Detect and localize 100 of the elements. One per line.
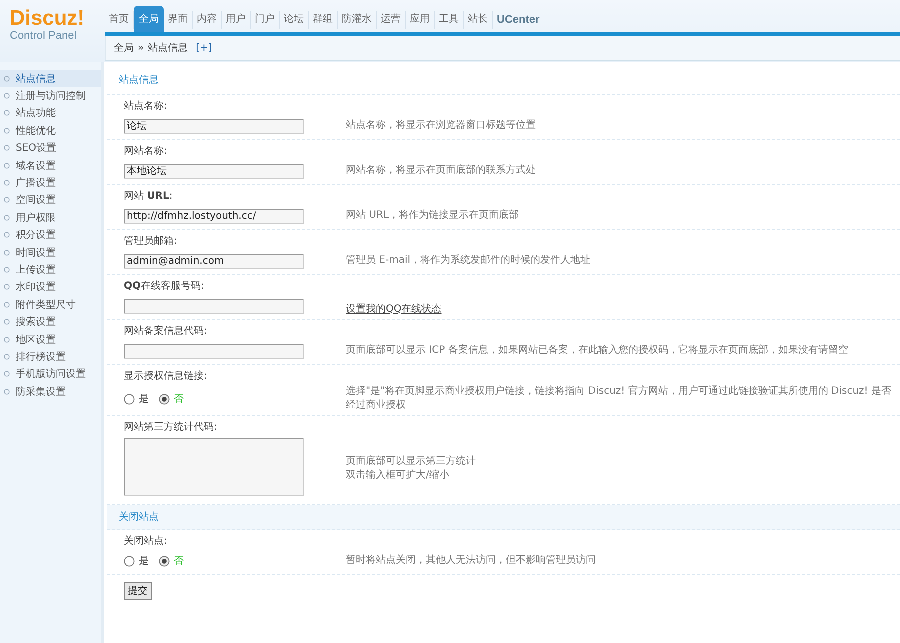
sidebar-label: 手机版访问设置 [16,368,86,382]
setting-hint: 网站名称，将显示在页面底部的联系方式处 [346,164,537,178]
radio-label: 是 [139,393,149,406]
bullet-icon [4,110,10,116]
setting-label: QQ在线客服号码: [124,280,206,294]
bullet-icon [4,319,10,326]
radio-button[interactable] [124,394,135,404]
text-area[interactable] [124,438,304,496]
section-title: 关闭站点 [119,510,159,524]
input-field[interactable]: 本地论坛 [124,164,304,178]
setting-hint: 暂时将站点关闭，其他人无法访问，但不影响管理员访问 [346,554,597,568]
nav-tab[interactable]: 工具 [435,11,464,29]
bullet-icon [4,354,10,360]
nav-tab[interactable]: 群组 [309,11,338,29]
setting-label: 显示授权信息链接: [124,370,208,384]
sidebar-item[interactable]: 站点功能 [0,104,101,122]
input-field[interactable]: admin@admin.com [124,254,304,268]
section-title: 站点信息 [119,74,159,87]
bullet-icon [4,266,10,273]
add-shortcut-link[interactable]: [+] [196,42,212,54]
radio-button[interactable] [124,556,135,566]
bullet-icon [4,93,10,100]
sidebar-item[interactable]: 水印设置 [0,278,101,296]
sidebar-label: 站点信息 [16,72,56,86]
nav-tab[interactable]: 防灌水 [338,11,377,29]
sidebar-item[interactable]: 站点信息 [0,70,101,88]
sidebar-item[interactable]: 域名设置 [0,156,101,174]
radio-button[interactable] [159,394,170,404]
bullet-icon [4,214,10,221]
qq-status-link[interactable]: 设置我的QQ在线状态 [346,304,442,314]
bullet-icon [4,302,10,308]
nav-tab[interactable]: 内容 [193,11,222,29]
input-field[interactable]: http://dfmhz.lostyouth.cc/ [124,208,304,224]
sidebar-item[interactable]: 空间设置 [0,192,101,210]
bullet-icon [4,250,10,256]
sidebar-item[interactable]: 地区设置 [0,330,101,348]
nav-tab[interactable]: 应用 [406,11,435,29]
sidebar-item[interactable]: 防采集设置 [0,383,101,400]
setting-label: 管理员邮箱: [124,234,178,249]
sidebar-item[interactable]: 广播设置 [0,174,101,192]
sidebar-item[interactable]: 用户权限 [0,209,101,227]
sidebar-label: 用户权限 [16,212,56,225]
bullet-icon [4,336,10,343]
input-field[interactable] [124,298,304,314]
sidebar-label: 站点功能 [16,106,56,120]
setting-hint: 选择"是"将在页脚显示商业授权用户链接，链接将指向 Discuz! 官方网站，用户可通过此链接验证其所使用的 Discuz! 是否经过商业授权 [346,385,892,413]
bullet-icon [4,284,10,290]
setting-label: 关闭站点: [124,534,168,549]
sidebar-label: 水印设置 [16,280,56,294]
sidebar-item[interactable]: SEO设置 [0,140,101,157]
nav-tab[interactable]: 论坛 [280,11,309,29]
input-field[interactable] [124,344,304,358]
bullet-icon [4,128,10,134]
nav-tab[interactable]: 界面 [164,11,193,29]
nav-tab[interactable]: 运营 [377,11,406,29]
sidebar-label: 性能优化 [16,124,56,138]
bullet-icon [4,180,10,186]
breadcrumb-item[interactable]: 全局 [114,41,134,55]
bullet-icon [4,388,10,395]
sidebar-item[interactable]: 性能优化 [0,122,101,140]
setting-hint: 页面底部可以显示 ICP 备案信息，如果网站已备案，在此输入您的授权码，它将显示在页面底部，如果没有请留空 [346,344,850,358]
input-field[interactable]: 论坛 [124,118,304,134]
setting-label: 网站名称: [124,144,168,159]
sidebar-item[interactable]: 附件类型尺寸 [0,296,101,314]
sidebar-label: 排行榜设置 [16,350,66,364]
breadcrumb-item[interactable]: 站点信息 [148,41,188,55]
radio-label: 是 [139,555,149,568]
sidebar-item[interactable]: 时间设置 [0,244,101,262]
sidebar-item[interactable]: 注册与访问控制 [0,87,101,105]
nav-tab[interactable]: 用户 [222,11,251,29]
submit-button[interactable]: 提交 [124,582,152,600]
sidebar-label: 上传设置 [16,264,56,277]
nav-tab[interactable]: 门户 [251,11,280,29]
bullet-icon [4,232,10,238]
bullet-icon [4,162,10,169]
nav-tab[interactable]: UCenter [493,11,544,29]
bullet-icon [4,76,10,82]
setting-label: 网站 URL: [124,190,174,204]
sidebar-label: 注册与访问控制 [16,90,86,104]
sidebar-item[interactable]: 搜索设置 [0,313,101,331]
sidebar-label: 广播设置 [16,176,56,190]
setting-hint: 站点名称，将显示在浏览器窗口标题等位置 [346,119,537,133]
sidebar-label: 空间设置 [16,194,56,208]
sidebar-label: 防采集设置 [16,386,66,399]
radio-label: 否 [174,555,184,568]
setting-hint: 网站 URL，将作为链接显示在页面底部 [346,209,520,223]
sidebar-label: 域名设置 [16,160,56,173]
nav-tab[interactable]: 站长 [464,11,493,29]
sidebar-item[interactable]: 积分设置 [0,226,101,244]
sidebar-item[interactable]: 手机版访问设置 [0,366,101,384]
bullet-icon [4,197,10,204]
radio-button[interactable] [159,556,170,566]
sidebar-item[interactable]: 上传设置 [0,261,101,279]
setting-hint: 双击输入框可扩大/缩小 [346,469,450,483]
sidebar-item[interactable]: 排行榜设置 [0,348,101,366]
sidebar-label: 附件类型尺寸 [16,298,76,312]
nav-tab[interactable]: 全局 [134,6,164,32]
setting-label: 站点名称: [124,100,168,114]
sidebar-label: 积分设置 [16,228,56,242]
setting-label: 网站第三方统计代码: [124,420,218,435]
